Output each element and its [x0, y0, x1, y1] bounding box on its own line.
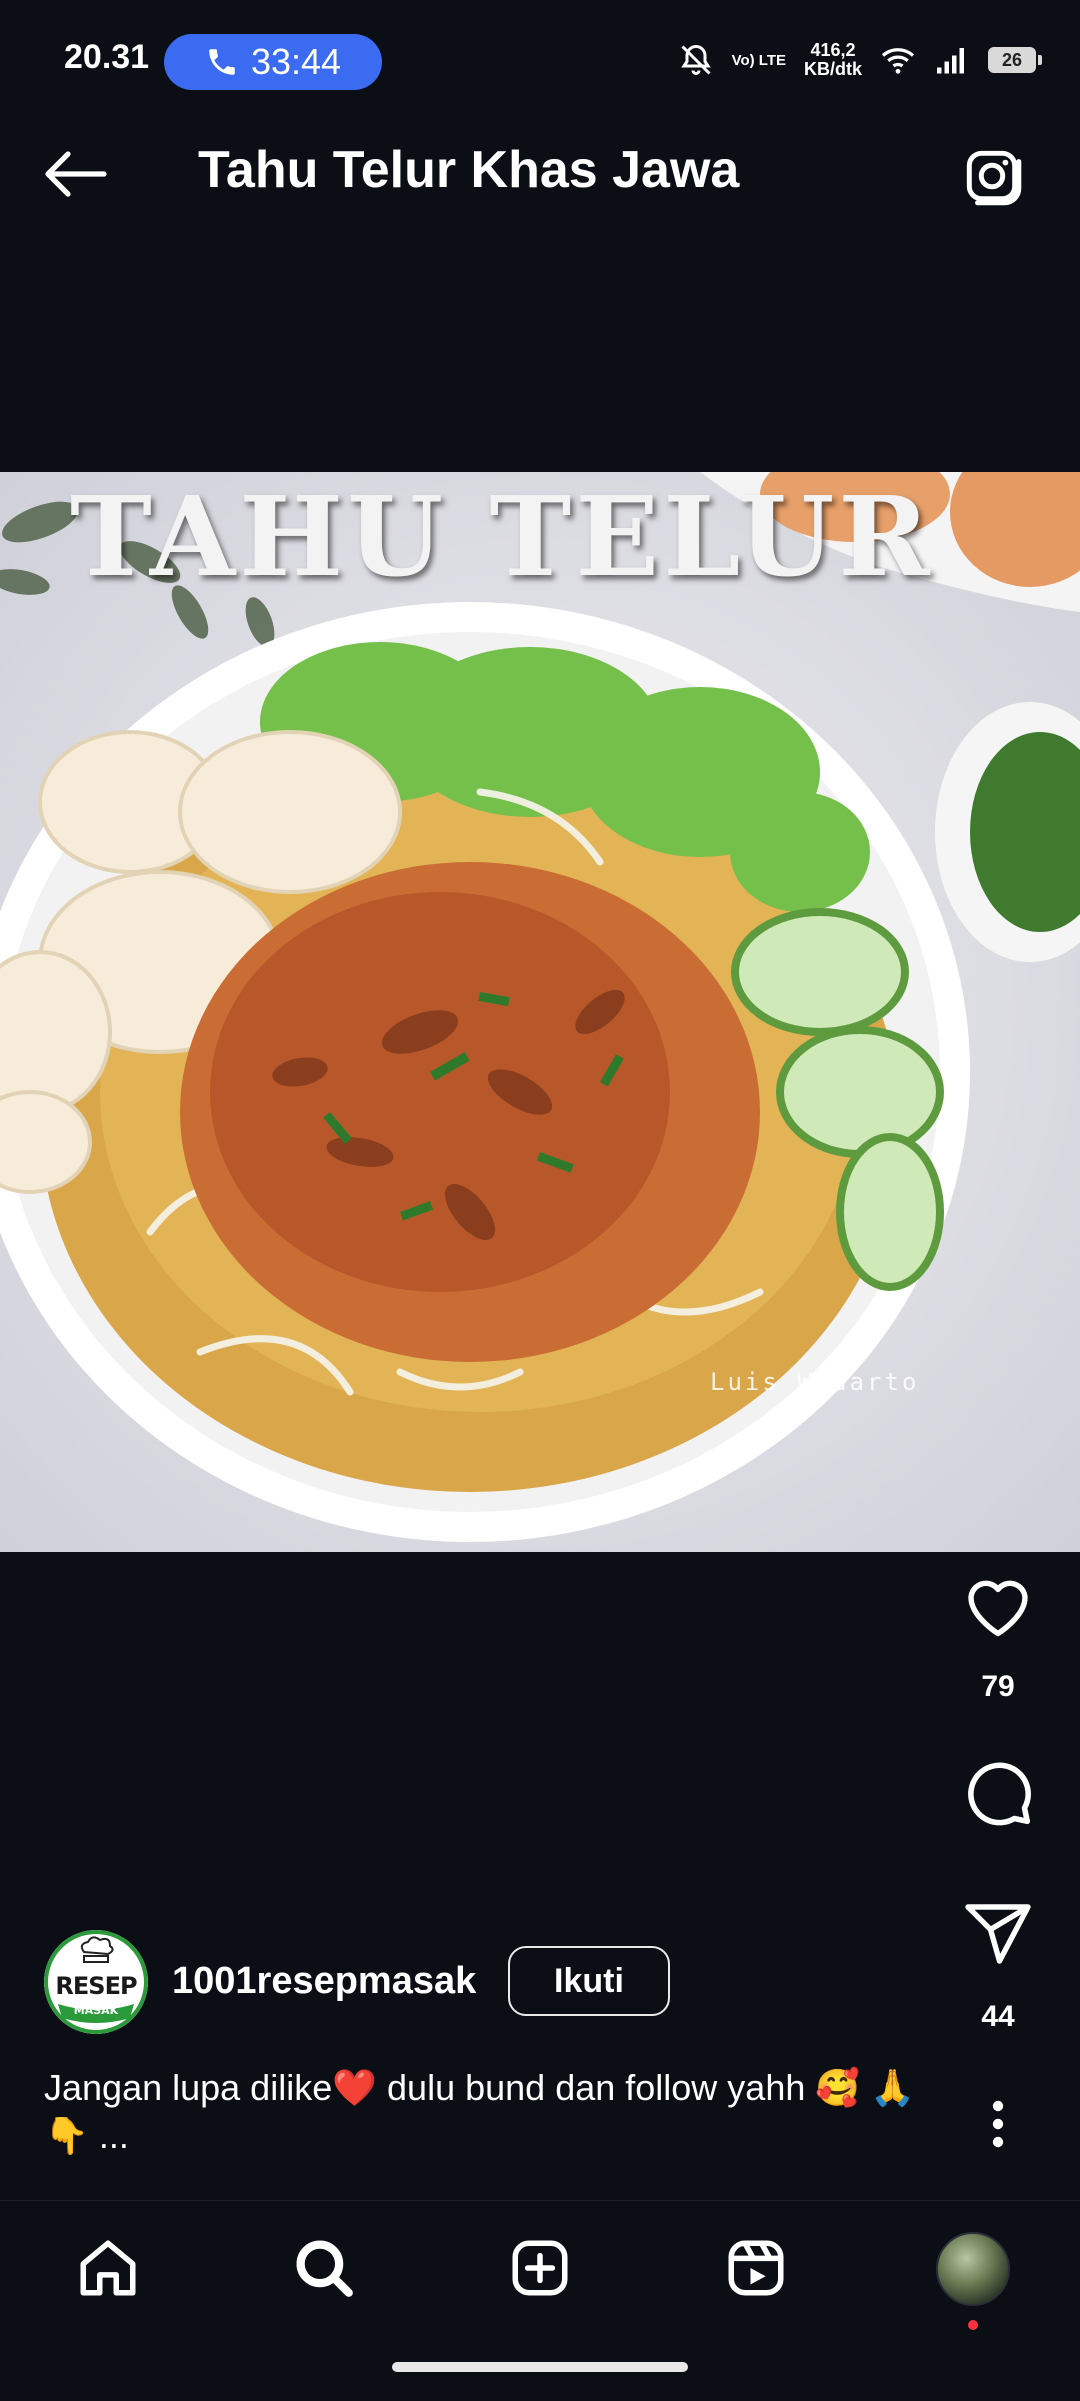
send-paper-plane-icon — [965, 1904, 1031, 1964]
more-options-button[interactable] — [964, 2090, 1032, 2158]
arrow-left-icon — [45, 151, 107, 197]
post-caption[interactable]: Jangan lupa dilike❤️ dulu bund dan follo… — [44, 2064, 944, 2160]
status-bar: 20.31 33:44 Vo) LTE 416,2 KB/dtk 26 — [0, 0, 1080, 96]
camera-icon — [966, 150, 1022, 206]
photo-overlay-title: TAHU TELUR — [70, 472, 934, 601]
page-title: Tahu Telur Khas Jawa — [198, 141, 740, 199]
ongoing-call-pill[interactable]: 33:44 — [164, 34, 382, 90]
phone-icon — [209, 49, 235, 75]
comment-button[interactable] — [956, 1752, 1040, 1832]
status-icons: Vo) LTE 416,2 KB/dtk 26 — [678, 30, 1042, 90]
like-count[interactable]: 79 — [958, 1670, 1038, 1704]
nav-home[interactable] — [58, 2226, 158, 2310]
mute-bell-icon — [680, 44, 711, 75]
home-icon — [80, 2240, 136, 2296]
share-count: 44 — [981, 2000, 1015, 2033]
network-speed-unit: KB/dtk — [804, 59, 862, 79]
like-button[interactable] — [956, 1566, 1040, 1644]
back-button[interactable] — [36, 134, 116, 214]
wifi-icon — [881, 48, 915, 74]
follow-button[interactable]: Ikuti — [508, 1946, 670, 2016]
reels-icon — [728, 2240, 784, 2296]
battery-indicator: 26 — [988, 47, 1042, 73]
call-timer: 33:44 — [250, 41, 342, 82]
post-photo[interactable]: TAHU TELUR Luis Widarto — [0, 472, 1080, 1552]
home-indicator-bar[interactable] — [392, 2362, 688, 2372]
comment-bubble-icon — [968, 1762, 1031, 1826]
add-post-icon — [512, 2240, 568, 2296]
signal-icon — [937, 48, 964, 74]
nav-search[interactable] — [274, 2226, 374, 2310]
network-speed: 416,2 KB/dtk — [804, 41, 862, 79]
author-avatar[interactable]: RESEP MASAK — [44, 1930, 148, 2034]
profile-notification-dot — [968, 2320, 978, 2330]
logo-text-top: RESEP — [55, 1972, 137, 2000]
status-time: 20.31 — [64, 38, 150, 76]
network-speed-value: 416,2 — [810, 40, 856, 60]
heart-icon — [968, 1580, 1028, 1637]
more-vertical-icon — [992, 2100, 1004, 2148]
camera-button[interactable] — [950, 134, 1034, 218]
photo-watermark: Luis Widarto — [710, 1368, 920, 1396]
share-button[interactable] — [956, 1896, 1040, 1972]
nav-create-post[interactable] — [490, 2226, 590, 2310]
nav-profile-avatar[interactable] — [936, 2232, 1010, 2306]
logo-text-bottom: MASAK — [73, 2004, 119, 2017]
author-username[interactable]: 1001resepmasak — [172, 1960, 476, 2003]
volte-indicator: Vo) LTE — [731, 51, 786, 69]
search-icon — [296, 2240, 353, 2297]
nav-reels[interactable] — [706, 2226, 806, 2310]
